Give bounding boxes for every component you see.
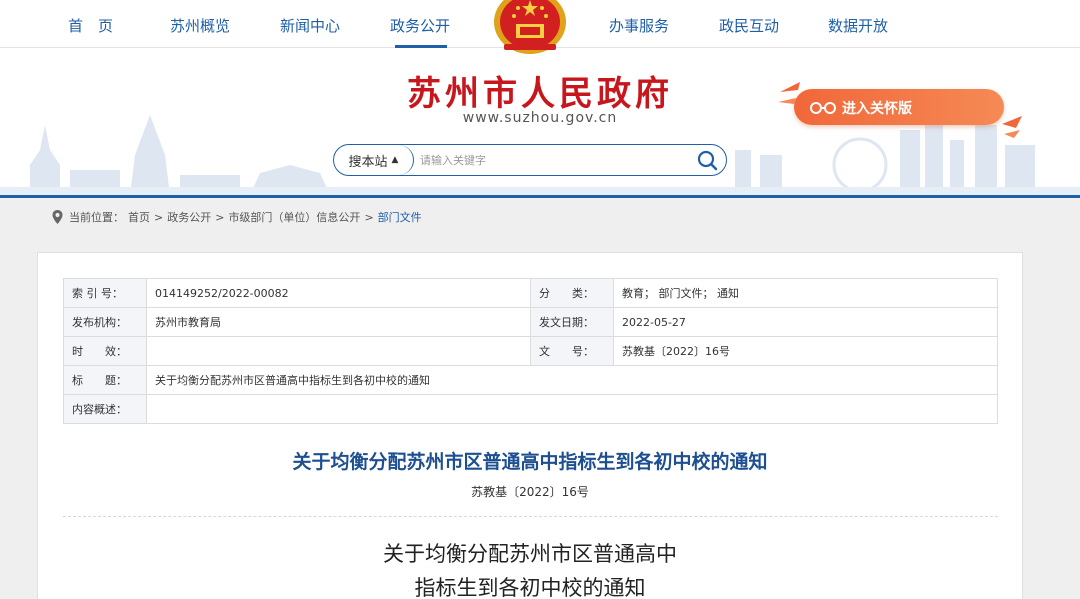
search-scope-label: 搜本站 (348, 154, 388, 170)
validity-label: 时 效： (63, 336, 147, 366)
location-pin-icon (52, 210, 63, 224)
body-title-line-1: 关于均衡分配苏州市区普通高中 (383, 542, 677, 566)
breadcrumb-separator: > (364, 210, 374, 224)
care-mode-label: 进入关怀版 (842, 101, 912, 117)
care-mode-button[interactable]: 进入关怀版 (776, 72, 1022, 142)
title-value: 关于均衡分配苏州市区普通高中指标生到各初中校的通知 (146, 365, 998, 395)
breadcrumb-department-info[interactable]: 市级部门（单位）信息公开 (228, 209, 360, 225)
nav-suzhou-overview[interactable]: 苏州概览 (170, 15, 230, 36)
search-icon[interactable] (696, 149, 718, 171)
body-title-line-2: 指标生到各初中校的通知 (414, 576, 646, 599)
breadcrumb-separator: > (215, 210, 225, 224)
search-scope-dropdown[interactable]: 搜本站 ▲ (334, 145, 414, 175)
table-row: 内容概述： (63, 394, 998, 424)
breadcrumb-home[interactable]: 首页 (128, 209, 150, 225)
category-label: 分 类： (530, 278, 614, 308)
breadcrumb-department-files[interactable]: 部门文件 (378, 209, 422, 225)
summary-value (146, 394, 998, 424)
nav-home[interactable]: 首 页 (68, 15, 113, 36)
validity-value (146, 336, 531, 366)
docno-value: 苏教基〔2022〕16号 (613, 336, 998, 366)
document-title: 关于均衡分配苏州市区普通高中指标生到各初中校的通知 (292, 451, 768, 473)
table-row: 标 题： 关于均衡分配苏州市区普通高中指标生到各初中校的通知 (63, 365, 998, 395)
issuer-label: 发布机构： (63, 307, 147, 337)
index-label: 索 引 号： (63, 278, 147, 308)
docno-label: 文 号： (530, 336, 614, 366)
glasses-icon (810, 102, 836, 114)
nav-services[interactable]: 办事服务 (609, 15, 669, 36)
search-bar: 搜本站 ▲ (333, 144, 727, 176)
divider (63, 516, 998, 517)
nav-interaction[interactable]: 政民互动 (719, 15, 779, 36)
date-value: 2022-05-27 (613, 307, 998, 337)
issuer-value: 苏州市教育局 (146, 307, 531, 337)
summary-label: 内容概述： (63, 394, 147, 424)
table-row: 发布机构： 苏州市教育局 发文日期： 2022-05-27 (63, 307, 998, 337)
breadcrumb-prefix: 当前位置： (69, 211, 124, 224)
content-panel: 索 引 号： 014149252/2022-00082 分 类： 教育； 部门文… (37, 252, 1023, 599)
nav-news-center[interactable]: 新闻中心 (280, 15, 340, 36)
breadcrumb: 当前位置： 首页 > 政务公开 > 市级部门（单位）信息公开 > 部门文件 (52, 209, 422, 225)
table-row: 时 效： 文 号： 苏教基〔2022〕16号 (63, 336, 998, 366)
document-metadata-table: 索 引 号： 014149252/2022-00082 分 类： 教育； 部门文… (63, 278, 998, 424)
index-value: 014149252/2022-00082 (146, 278, 531, 308)
nav-government-affairs[interactable]: 政务公开 (390, 15, 450, 36)
header-banner: 苏州市人民政府 www.suzhou.gov.cn 搜本站 ▲ 进入关怀版 (0, 48, 1080, 195)
document-body-title: 关于均衡分配苏州市区普通高中 指标生到各初中校的通知 (38, 537, 1022, 599)
national-emblem-icon (494, 0, 566, 54)
breadcrumb-separator: > (154, 210, 164, 224)
breadcrumb-bar: 当前位置： 首页 > 政务公开 > 市级部门（单位）信息公开 > 部门文件 (0, 198, 1080, 236)
title-label: 标 题： (63, 365, 147, 395)
date-label: 发文日期： (530, 307, 614, 337)
breadcrumb-government-affairs[interactable]: 政务公开 (167, 209, 211, 225)
nav-open-data[interactable]: 数据开放 (828, 15, 888, 36)
document-number: 苏教基〔2022〕16号 (471, 485, 589, 499)
category-value: 教育； 部门文件； 通知 (613, 278, 998, 308)
caret-up-icon: ▲ (391, 155, 399, 165)
table-row: 索 引 号： 014149252/2022-00082 分 类： 教育； 部门文… (63, 278, 998, 308)
search-input[interactable] (420, 149, 680, 171)
